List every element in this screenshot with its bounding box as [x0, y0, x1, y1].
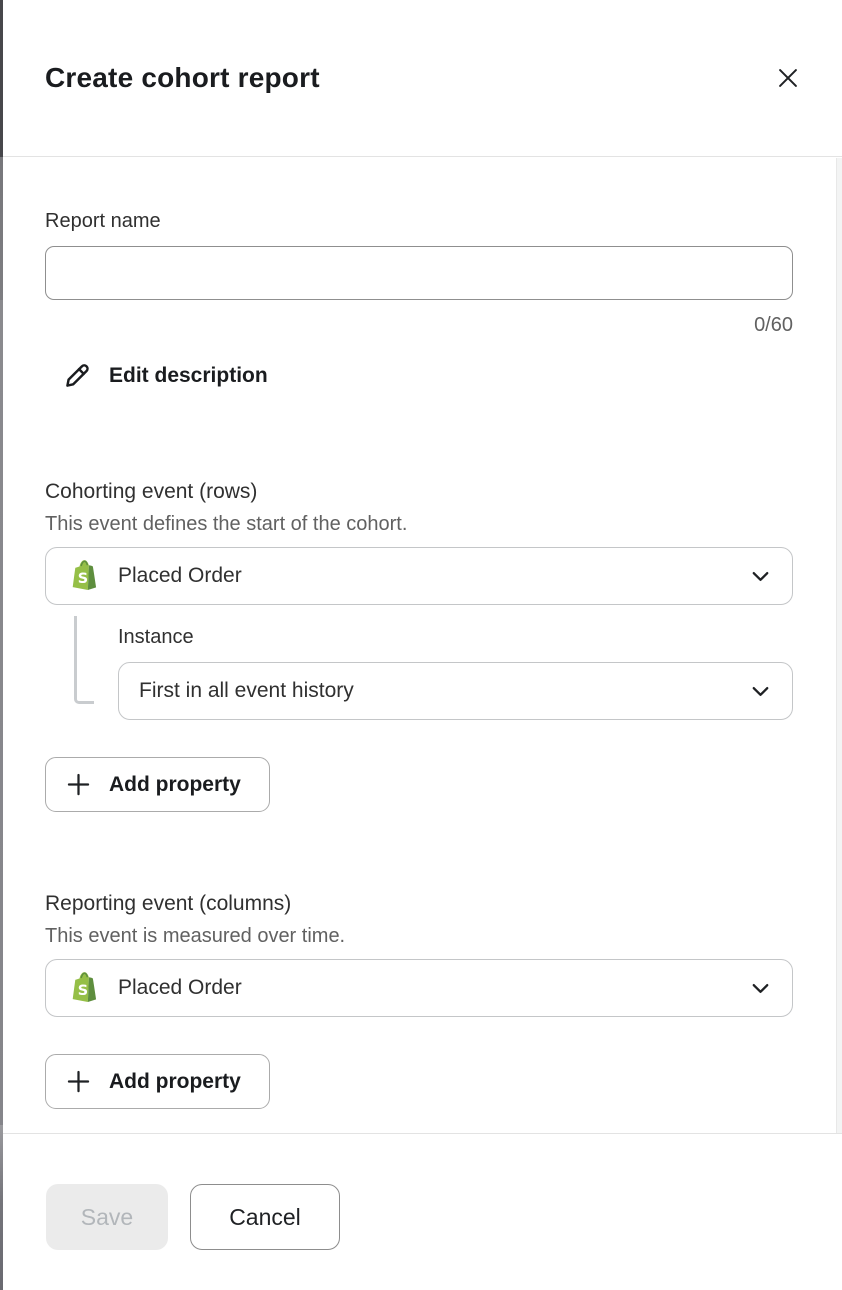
cohorting-event-value: Placed Order — [118, 564, 737, 588]
report-name-label: Report name — [45, 210, 793, 233]
instance-value: First in all event history — [139, 679, 737, 703]
reporting-event-description: This event is measured over time. — [45, 925, 793, 948]
cancel-button[interactable]: Cancel — [190, 1184, 340, 1250]
instance-group: Instance First in all event history — [118, 626, 793, 720]
svg-text:S: S — [78, 983, 88, 999]
scrollbar-track[interactable] — [836, 158, 842, 1133]
instance-select[interactable]: First in all event history — [118, 662, 793, 720]
modal-header: Create cohort report — [3, 0, 842, 157]
page-title: Create cohort report — [45, 62, 320, 94]
character-counter: 0/60 — [45, 314, 793, 337]
chevron-down-icon — [749, 977, 772, 1000]
cohorting-event-section: Cohorting event (rows) This event define… — [45, 480, 793, 812]
modal-footer: Save Cancel — [3, 1133, 842, 1290]
add-property-label: Add property — [109, 773, 241, 797]
cohorting-event-select[interactable]: S Placed Order — [45, 547, 793, 605]
instance-label: Instance — [118, 626, 793, 649]
create-cohort-report-modal: Create cohort report Report name 0/60 Ed… — [0, 0, 842, 1290]
reporting-event-heading: Reporting event (columns) — [45, 892, 793, 916]
reporting-add-property-button[interactable]: Add property — [45, 1054, 270, 1109]
modal-body: Report name 0/60 Edit description Cohort… — [3, 158, 842, 1133]
plus-icon — [65, 771, 92, 798]
report-name-input[interactable] — [45, 246, 793, 300]
svg-text:S: S — [78, 571, 88, 587]
reporting-event-select[interactable]: S Placed Order — [45, 959, 793, 1017]
shopify-bag-icon: S — [66, 970, 102, 1006]
reporting-event-section: Reporting event (columns) This event is … — [45, 892, 793, 1109]
cohorting-event-heading: Cohorting event (rows) — [45, 480, 793, 504]
shopify-bag-icon: S — [66, 558, 102, 594]
chevron-down-icon — [749, 565, 772, 588]
reporting-event-value: Placed Order — [118, 976, 737, 1000]
close-button[interactable] — [770, 60, 806, 96]
plus-icon — [65, 1068, 92, 1095]
cohorting-add-property-button[interactable]: Add property — [45, 757, 270, 812]
save-button[interactable]: Save — [46, 1184, 168, 1250]
nested-connector-line — [74, 616, 94, 704]
close-icon — [774, 64, 802, 92]
cohorting-event-description: This event defines the start of the coho… — [45, 513, 793, 536]
chevron-down-icon — [749, 680, 772, 703]
edit-description-button[interactable]: Edit description — [45, 358, 268, 393]
add-property-label: Add property — [109, 1070, 241, 1094]
edit-description-label: Edit description — [109, 364, 268, 388]
pencil-icon — [62, 360, 93, 391]
